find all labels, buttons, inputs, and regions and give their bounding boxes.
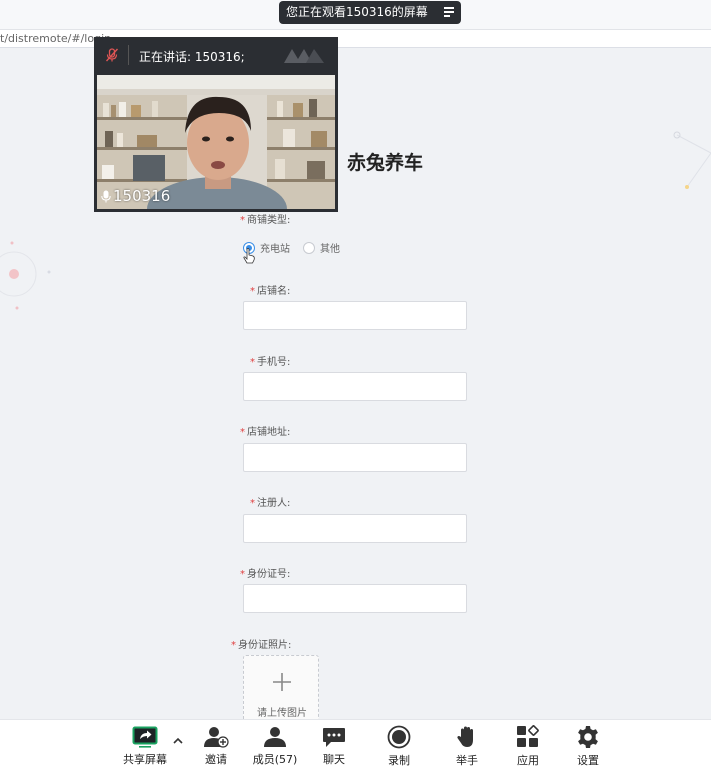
chevron-up-icon[interactable] [172, 736, 184, 746]
members-button[interactable]: 成员(57) [252, 720, 298, 766]
required-mark: * [231, 640, 236, 651]
screen-share-banner[interactable]: 您正在观看150316的屏幕 [279, 1, 461, 24]
raise-hand-label: 举手 [456, 754, 478, 766]
share-screen-icon [132, 726, 158, 748]
invite-button[interactable]: 邀请 [201, 720, 231, 766]
record-label: 录制 [388, 754, 410, 766]
share-screen-label: 共享屏幕 [123, 753, 167, 766]
image-upload-button[interactable]: 请上传图片 [243, 655, 319, 725]
apps-label: 应用 [517, 754, 539, 766]
plus-icon [273, 673, 291, 691]
decorative-network-left [0, 241, 51, 310]
record-button[interactable]: 录制 [385, 720, 413, 766]
radio-label: 其他 [320, 244, 340, 255]
required-mark: * [240, 427, 245, 438]
share-screen-button[interactable]: 共享屏幕 [122, 720, 168, 766]
phone-label: * 手机号: [250, 357, 291, 368]
upload-label: 请上传图片 [257, 708, 307, 719]
mic-muted-icon[interactable] [106, 48, 118, 62]
members-icon [264, 726, 286, 747]
registrant-label: * 注册人: [250, 498, 291, 509]
required-mark: * [250, 357, 255, 368]
radio-dot[interactable] [303, 241, 315, 254]
registrant-input[interactable] [243, 514, 467, 543]
invite-label: 邀请 [205, 753, 227, 766]
required-mark: * [240, 569, 245, 580]
radio-label: 充电站 [260, 244, 290, 255]
video-header: 正在讲话: 150316; [94, 37, 338, 73]
speaking-label: 正在讲话: 150316; [139, 50, 245, 64]
chat-icon [323, 727, 345, 747]
mic-icon [101, 190, 111, 202]
settings-button[interactable]: 设置 [574, 720, 602, 766]
phone-input[interactable] [243, 372, 467, 401]
required-mark: * [250, 498, 255, 509]
radio-other[interactable]: 其他 [303, 240, 340, 255]
add-user-icon [204, 726, 229, 748]
id-number-label: * 身份证号: [240, 569, 291, 580]
apps-icon [517, 725, 539, 747]
shop-address-label: * 店铺地址: [240, 427, 291, 438]
app-logo-icon [284, 49, 324, 63]
decorative-network-right [673, 131, 711, 189]
participant-video: 150316 [97, 75, 335, 209]
page-title: 赤兔养车 [347, 152, 424, 174]
shop-address-input[interactable] [243, 443, 467, 472]
menu-icon[interactable] [444, 7, 454, 17]
participant-name-tag: 150316 [101, 187, 170, 205]
hand-cursor-icon [243, 248, 255, 264]
speaker-video-panel[interactable]: 正在讲话: 150316; 150316 [94, 37, 338, 212]
required-mark: * [240, 215, 245, 226]
id-photo-label: * 身份证照片: [231, 640, 292, 651]
raise-hand-icon [457, 726, 473, 747]
header-divider [128, 45, 129, 65]
meeting-toolbar: 共享屏幕 邀请 成员(57) 聊天 录制 举手 应用 设置 [0, 719, 711, 766]
share-banner-text: 您正在观看150316的屏幕 [286, 5, 428, 19]
chat-label: 聊天 [323, 753, 345, 766]
raise-hand-button[interactable]: 举手 [453, 720, 481, 766]
id-number-input[interactable] [243, 584, 467, 613]
shop-name-label: * 店铺名: [250, 286, 291, 297]
shop-type-label: * 商铺类型: [240, 215, 291, 226]
shop-name-input[interactable] [243, 301, 467, 330]
participant-name: 150316 [113, 187, 171, 205]
members-label: 成员(57) [252, 753, 298, 766]
chat-button[interactable]: 聊天 [320, 720, 348, 766]
settings-label: 设置 [577, 754, 599, 766]
record-icon [387, 725, 411, 749]
required-mark: * [250, 286, 255, 297]
apps-button[interactable]: 应用 [514, 720, 542, 766]
gear-icon [578, 726, 598, 748]
